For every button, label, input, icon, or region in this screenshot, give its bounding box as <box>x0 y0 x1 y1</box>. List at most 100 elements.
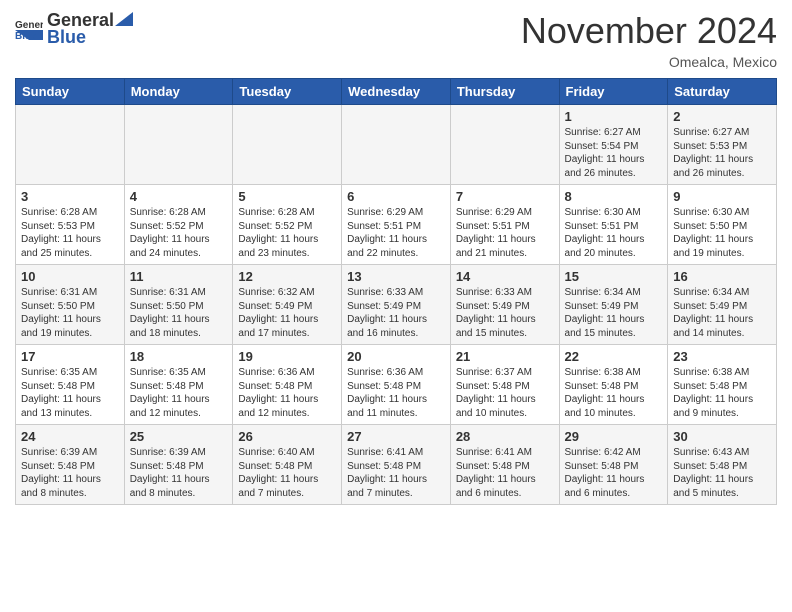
day-number: 15 <box>565 269 663 284</box>
logo: General Blue General Blue <box>15 10 134 48</box>
col-monday: Monday <box>124 79 233 105</box>
calendar-week-0: 1 Sunrise: 6:27 AM Sunset: 5:54 PM Daylig… <box>16 105 777 185</box>
day-number: 19 <box>238 349 336 364</box>
page: General Blue General Blue November 2024 … <box>0 0 792 612</box>
day-info: Sunrise: 6:28 AM Sunset: 5:52 PM Dayligh… <box>130 206 228 260</box>
calendar-cell: 10Sunrise: 6:31 AM Sunset: 5:50 PM Dayli… <box>16 265 125 345</box>
day-info: Sunrise: 6:34 AM Sunset: 5:49 PM Dayligh… <box>565 286 663 340</box>
calendar-cell: 1 Sunrise: 6:27 AM Sunset: 5:54 PM Daylig… <box>559 105 668 185</box>
day-number: 6 <box>347 189 445 204</box>
calendar-cell: 2 Sunrise: 6:27 AM Sunset: 5:53 PM Daylig… <box>668 105 777 185</box>
day-number: 10 <box>21 269 119 284</box>
day-number: 4 <box>130 189 228 204</box>
day-number: 27 <box>347 429 445 444</box>
calendar-cell: 26Sunrise: 6:40 AM Sunset: 5:48 PM Dayli… <box>233 425 342 505</box>
day-number: 24 <box>21 429 119 444</box>
calendar-cell: 7Sunrise: 6:29 AM Sunset: 5:51 PM Daylig… <box>450 185 559 265</box>
calendar-cell: 23 Sunrise: 6:38 AM Sunset: 5:48 PM Dayli… <box>668 345 777 425</box>
day-number: 23 <box>673 349 771 364</box>
logo-bird-icon <box>115 12 133 26</box>
calendar-cell: 18 Sunrise: 6:35 AM Sunset: 5:48 PM Dayli… <box>124 345 233 425</box>
calendar-body: 1 Sunrise: 6:27 AM Sunset: 5:54 PM Daylig… <box>16 105 777 505</box>
day-number: 5 <box>238 189 336 204</box>
svg-text:Blue: Blue <box>15 31 37 40</box>
day-number: 1 <box>565 109 663 124</box>
calendar-cell: 17 Sunrise: 6:35 AM Sunset: 5:48 PM Dayli… <box>16 345 125 425</box>
calendar-cell: 22Sunrise: 6:38 AM Sunset: 5:48 PM Dayli… <box>559 345 668 425</box>
calendar-cell: 6 Sunrise: 6:29 AM Sunset: 5:51 PM Daylig… <box>342 185 451 265</box>
calendar-cell: 24Sunrise: 6:39 AM Sunset: 5:48 PM Dayli… <box>16 425 125 505</box>
calendar-cell <box>450 105 559 185</box>
calendar-cell: 19 Sunrise: 6:36 AM Sunset: 5:48 PM Dayli… <box>233 345 342 425</box>
calendar-cell: 13 Sunrise: 6:33 AM Sunset: 5:49 PM Dayli… <box>342 265 451 345</box>
calendar-header: Sunday Monday Tuesday Wednesday Thursday… <box>16 79 777 105</box>
day-info: Sunrise: 6:35 AM Sunset: 5:48 PM Dayligh… <box>130 366 228 420</box>
day-info: Sunrise: 6:39 AM Sunset: 5:48 PM Dayligh… <box>130 446 228 500</box>
calendar-cell <box>342 105 451 185</box>
day-number: 18 <box>130 349 228 364</box>
calendar-cell: 15 Sunrise: 6:34 AM Sunset: 5:49 PM Dayli… <box>559 265 668 345</box>
title-section: November 2024 Omealca, Mexico <box>521 10 777 70</box>
calendar-cell: 30 Sunrise: 6:43 AM Sunset: 5:48 PM Dayli… <box>668 425 777 505</box>
calendar-week-3: 17 Sunrise: 6:35 AM Sunset: 5:48 PM Dayli… <box>16 345 777 425</box>
calendar-cell: 3 Sunrise: 6:28 AM Sunset: 5:53 PM Daylig… <box>16 185 125 265</box>
col-saturday: Saturday <box>668 79 777 105</box>
calendar-cell: 11 Sunrise: 6:31 AM Sunset: 5:50 PM Dayli… <box>124 265 233 345</box>
day-number: 2 <box>673 109 771 124</box>
day-info: Sunrise: 6:43 AM Sunset: 5:48 PM Dayligh… <box>673 446 771 500</box>
day-number: 20 <box>347 349 445 364</box>
day-info: Sunrise: 6:32 AM Sunset: 5:49 PM Dayligh… <box>238 286 336 340</box>
day-info: Sunrise: 6:40 AM Sunset: 5:48 PM Dayligh… <box>238 446 336 500</box>
day-number: 13 <box>347 269 445 284</box>
calendar-week-4: 24 Sunrise: 6:39 AM Sunset: 5:48 PM Dayli… <box>16 425 777 505</box>
calendar-cell <box>16 105 125 185</box>
day-number: 28 <box>456 429 554 444</box>
day-number: 3 <box>21 189 119 204</box>
calendar-cell: 4 Sunrise: 6:28 AM Sunset: 5:52 PM Daylig… <box>124 185 233 265</box>
day-info: Sunrise: 6:29 AM Sunset: 5:51 PM Dayligh… <box>347 206 445 260</box>
calendar: Sunday Monday Tuesday Wednesday Thursday… <box>15 78 777 505</box>
day-info: Sunrise: 6:37 AM Sunset: 5:48 PM Dayligh… <box>456 366 554 420</box>
day-info: Sunrise: 6:30 AM Sunset: 5:51 PM Dayligh… <box>565 206 663 260</box>
calendar-cell: 12Sunrise: 6:32 AM Sunset: 5:49 PM Dayli… <box>233 265 342 345</box>
day-info: Sunrise: 6:33 AM Sunset: 5:49 PM Dayligh… <box>347 286 445 340</box>
month-title: November 2024 <box>521 10 777 52</box>
day-info: Sunrise: 6:30 AM Sunset: 5:50 PM Dayligh… <box>673 206 771 260</box>
calendar-cell: 21Sunrise: 6:37 AM Sunset: 5:48 PM Dayli… <box>450 345 559 425</box>
day-number: 17 <box>21 349 119 364</box>
day-info: Sunrise: 6:35 AM Sunset: 5:48 PM Dayligh… <box>21 366 119 420</box>
day-info: Sunrise: 6:31 AM Sunset: 5:50 PM Dayligh… <box>130 286 228 340</box>
day-info: Sunrise: 6:41 AM Sunset: 5:48 PM Dayligh… <box>456 446 554 500</box>
day-number: 16 <box>673 269 771 284</box>
day-info: Sunrise: 6:36 AM Sunset: 5:48 PM Dayligh… <box>238 366 336 420</box>
col-thursday: Thursday <box>450 79 559 105</box>
calendar-week-2: 10 Sunrise: 6:31 AM Sunset: 5:50 PM Dayli… <box>16 265 777 345</box>
day-number: 11 <box>130 269 228 284</box>
calendar-cell: 20 Sunrise: 6:36 AM Sunset: 5:48 PM Dayli… <box>342 345 451 425</box>
day-info: Sunrise: 6:28 AM Sunset: 5:53 PM Dayligh… <box>21 206 119 260</box>
col-sunday: Sunday <box>16 79 125 105</box>
calendar-cell <box>124 105 233 185</box>
calendar-week-1: 3 Sunrise: 6:28 AM Sunset: 5:53 PM Daylig… <box>16 185 777 265</box>
calendar-cell: 25Sunrise: 6:39 AM Sunset: 5:48 PM Dayli… <box>124 425 233 505</box>
col-tuesday: Tuesday <box>233 79 342 105</box>
day-info: Sunrise: 6:27 AM Sunset: 5:54 PM Dayligh… <box>565 126 663 180</box>
calendar-cell: 9 Sunrise: 6:30 AM Sunset: 5:50 PM Daylig… <box>668 185 777 265</box>
day-info: Sunrise: 6:36 AM Sunset: 5:48 PM Dayligh… <box>347 366 445 420</box>
day-number: 9 <box>673 189 771 204</box>
calendar-cell: 5 Sunrise: 6:28 AM Sunset: 5:52 PM Daylig… <box>233 185 342 265</box>
col-friday: Friday <box>559 79 668 105</box>
day-number: 14 <box>456 269 554 284</box>
day-info: Sunrise: 6:28 AM Sunset: 5:52 PM Dayligh… <box>238 206 336 260</box>
svg-text:General: General <box>15 20 43 31</box>
location: Omealca, Mexico <box>521 54 777 70</box>
col-wednesday: Wednesday <box>342 79 451 105</box>
day-number: 30 <box>673 429 771 444</box>
logo-icon: General Blue <box>15 18 43 40</box>
day-info: Sunrise: 6:38 AM Sunset: 5:48 PM Dayligh… <box>673 366 771 420</box>
day-number: 22 <box>565 349 663 364</box>
calendar-cell: 28 Sunrise: 6:41 AM Sunset: 5:48 PM Dayli… <box>450 425 559 505</box>
header: General Blue General Blue November 2024 … <box>15 10 777 70</box>
day-info: Sunrise: 6:27 AM Sunset: 5:53 PM Dayligh… <box>673 126 771 180</box>
day-number: 8 <box>565 189 663 204</box>
